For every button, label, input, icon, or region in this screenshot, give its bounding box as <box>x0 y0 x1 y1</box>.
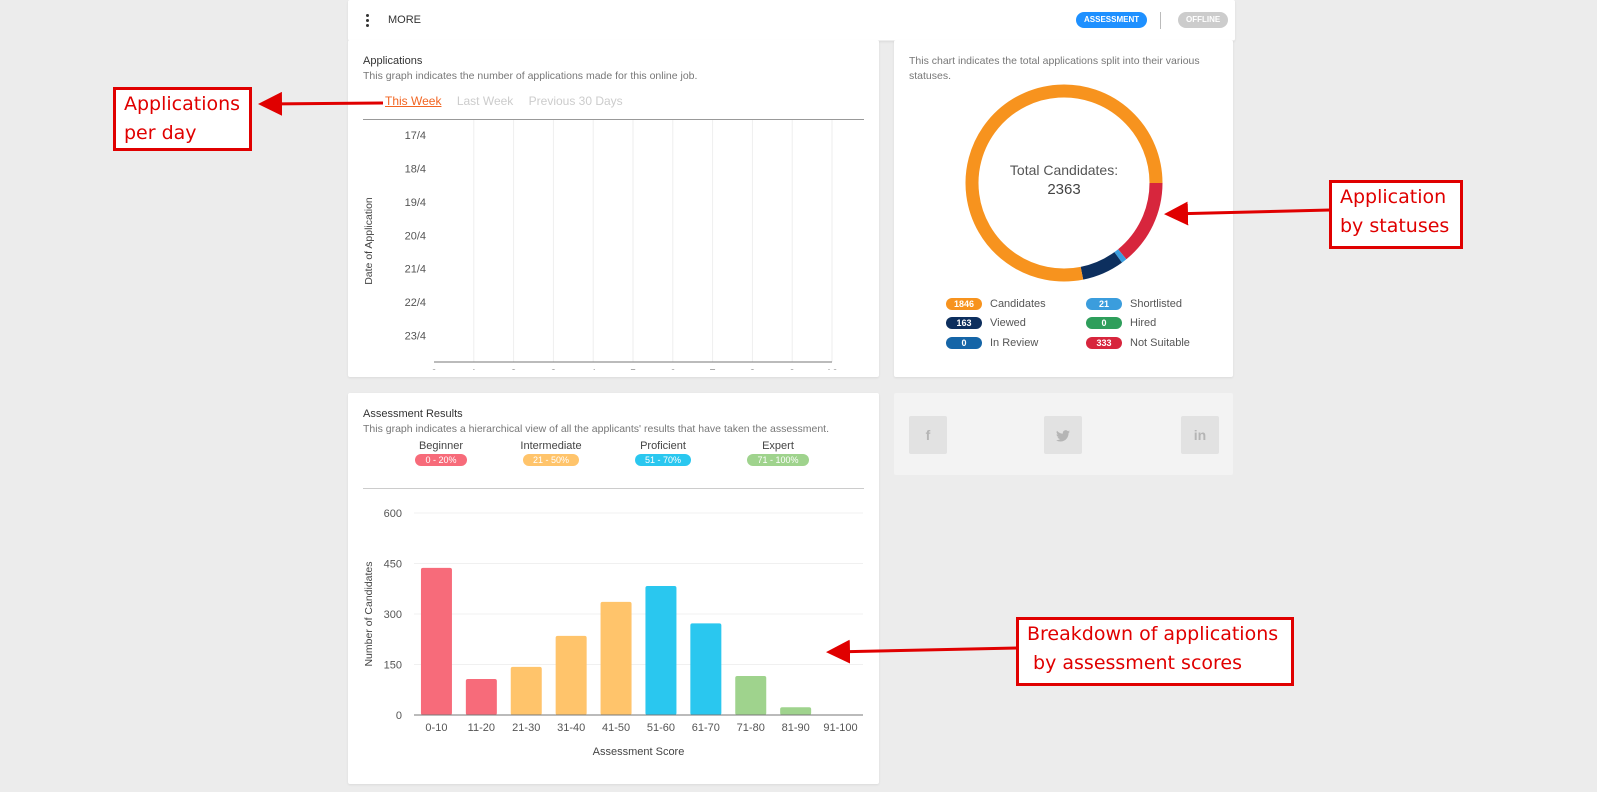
arrow-breakdown <box>826 639 1019 664</box>
annotation-line: by statuses <box>1340 215 1450 237</box>
annotation-line: Application <box>1340 186 1447 208</box>
arrow-applications-per-day <box>258 91 384 116</box>
annotation-line: Breakdown of applications <box>1027 623 1279 645</box>
annotation-line: by assessment scores <box>1027 652 1242 674</box>
annotation-line: Applications <box>124 93 241 115</box>
annotation-applications-per-day: Applications per day <box>113 87 252 151</box>
arrow-application-by-statuses <box>1164 201 1331 226</box>
annotation-line: per day <box>124 122 197 144</box>
annotation-application-by-statuses: Application by statuses <box>1329 180 1463 249</box>
annotation-breakdown: Breakdown of applications by assessment … <box>1016 617 1294 686</box>
